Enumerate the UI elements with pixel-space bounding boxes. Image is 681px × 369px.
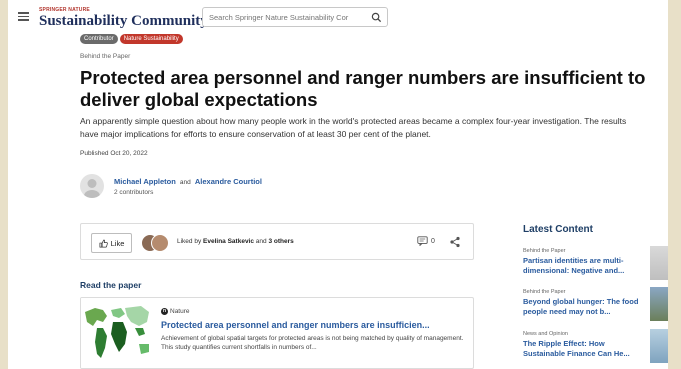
latest-content-item: News and Opinion The Ripple Effect: How … [523,331,663,359]
paper-source-label: Nature [170,308,190,315]
author-link-appleton[interactable]: Michael Appleton [114,177,176,186]
nature-logo-icon: n [161,308,168,315]
article-kicker: Behind the Paper [80,53,131,60]
latest-content-item: Behind the Paper Beyond global hunger: T… [523,289,663,317]
article-page: SPRINGER NATURE Sustainability Community… [8,0,668,369]
latest-item-link[interactable]: Beyond global hunger: The food people ne… [523,297,647,317]
latest-item-link[interactable]: The Ripple Effect: How Sustainable Finan… [523,339,647,359]
author-names: Michael Appleton and Alexandre Courtiol [114,177,262,186]
comment-button[interactable]: 0 [417,236,435,246]
search-icon[interactable] [371,12,382,23]
search-input[interactable] [209,11,359,24]
tag-contributor[interactable]: Contributor [80,34,118,44]
share-icon[interactable] [449,236,461,248]
search-box [202,7,388,27]
comment-count: 0 [431,237,435,245]
paper-title-link[interactable]: Protected area personnel and ranger numb… [161,320,469,330]
latest-item-kicker: News and Opinion [523,331,568,337]
latest-item-kicker: Behind the Paper [523,289,566,295]
latest-content-heading: Latest Content [523,224,593,235]
user-placeholder-icon [84,179,100,198]
latest-item-thumbnail[interactable] [650,246,668,280]
avatar [80,174,104,198]
like-label: Like [110,238,125,248]
menu-icon[interactable] [18,12,29,21]
latest-content-item: Behind the Paper Partisan identities are… [523,248,663,276]
latest-item-link[interactable]: Partisan identities are multi-dimensiona… [523,256,647,276]
tag-list: Contributor Nature Sustainability [80,34,185,52]
liker-avatar-2 [151,234,169,252]
brand-logo[interactable]: Sustainability Community [39,13,208,30]
liked-by-prefix: Liked by [177,238,202,245]
liked-by-and: and [255,238,267,245]
paper-card[interactable]: n Nature Protected area personnel and ra… [80,297,474,369]
latest-item-thumbnail[interactable] [650,287,668,321]
author-link-courtiol[interactable]: Alexandre Courtiol [195,177,262,186]
site-header: SPRINGER NATURE Sustainability Community [8,0,668,34]
latest-item-kicker: Behind the Paper [523,248,566,254]
world-map-thumbnail [81,298,153,368]
article-summary: An apparently simple question about how … [80,116,627,139]
paper-description: Achievement of global spatial targets fo… [161,335,464,351]
liker-avatars[interactable] [141,234,171,252]
comment-icon [417,236,428,246]
tag-nature-sustainability[interactable]: Nature Sustainability [119,34,183,44]
author-separator: and [179,179,191,186]
contributor-count: 2 contributors [114,189,154,196]
liked-by-text[interactable]: Liked by Evelina Satkevic and 3 others [177,238,294,245]
liked-by-others: 3 others [268,238,294,245]
like-button[interactable]: Like [91,233,132,253]
thumbs-up-icon [99,239,108,247]
liked-by-name: Evelina Satkevic [203,238,254,245]
published-date: Published Oct 20, 2022 [80,150,148,157]
engagement-bar: Like Liked by Evelina Satkevic and 3 oth… [80,223,474,260]
latest-item-thumbnail[interactable] [650,329,668,363]
paper-source: n Nature [161,308,190,315]
article-title: Protected area personnel and ranger numb… [80,67,646,110]
read-paper-heading: Read the paper [80,280,142,290]
